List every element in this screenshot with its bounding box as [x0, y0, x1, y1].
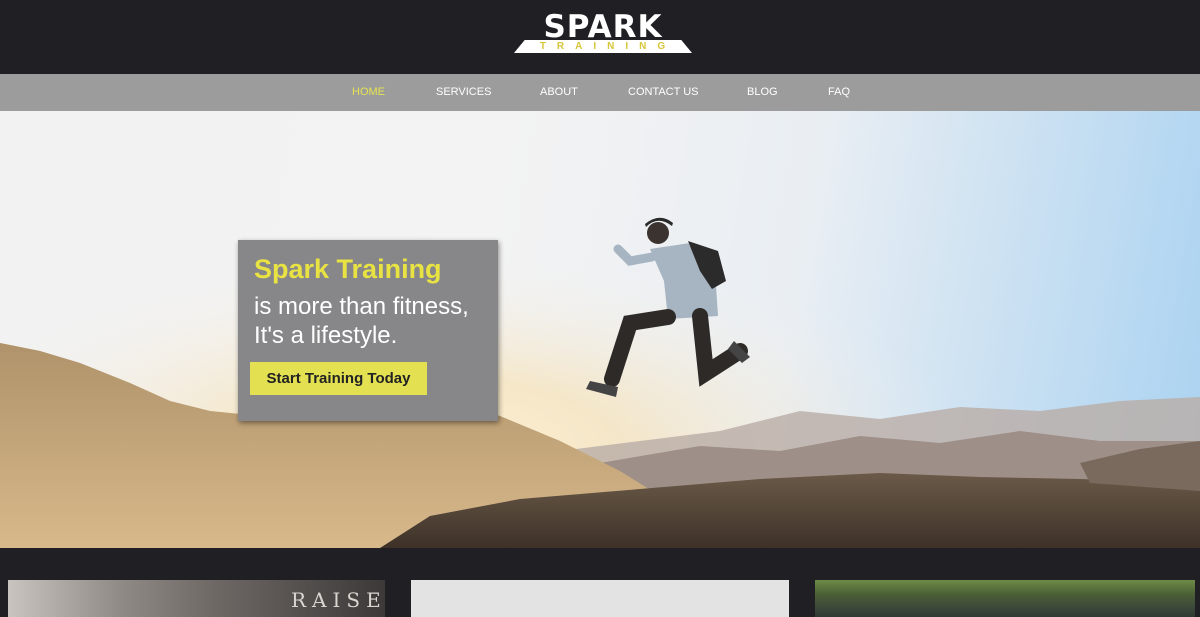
- feature-card-blank[interactable]: [411, 580, 789, 617]
- hero-banner: Spark Training is more than fitness, It'…: [0, 111, 1200, 548]
- nav-contact-us[interactable]: CONTACT US: [628, 85, 699, 99]
- card-wall-lettering: RAISE: [291, 588, 385, 612]
- nav-faq[interactable]: FAQ: [828, 85, 850, 99]
- feature-card-lake[interactable]: [815, 580, 1195, 617]
- nav-about[interactable]: ABOUT: [540, 85, 578, 99]
- nav-blog[interactable]: BLOG: [747, 85, 778, 99]
- start-training-button[interactable]: Start Training Today: [250, 362, 427, 395]
- hero-title: Spark Training: [254, 254, 442, 284]
- hero-background-image: [0, 111, 1200, 548]
- logo-wordmark: SPARK: [543, 9, 663, 45]
- feature-card-gym[interactable]: RAISE: [8, 580, 385, 617]
- main-nav: HOME SERVICES ABOUT CONTACT US BLOG FAQ: [0, 74, 1200, 111]
- logo-subtitle: TRAINING: [539, 41, 677, 52]
- feature-cards: RAISE: [0, 548, 1200, 617]
- hero-subtitle-line-1: is more than fitness,: [254, 293, 469, 320]
- nav-home[interactable]: HOME: [352, 85, 385, 99]
- site-header: SPARK TRAINING: [0, 0, 1200, 74]
- nav-services[interactable]: SERVICES: [436, 85, 491, 99]
- hero-subtitle-line-2: It's a lifestyle.: [254, 322, 398, 349]
- hero-promo-box: Spark Training is more than fitness, It'…: [238, 240, 498, 421]
- spark-training-logo[interactable]: SPARK TRAINING: [514, 12, 692, 54]
